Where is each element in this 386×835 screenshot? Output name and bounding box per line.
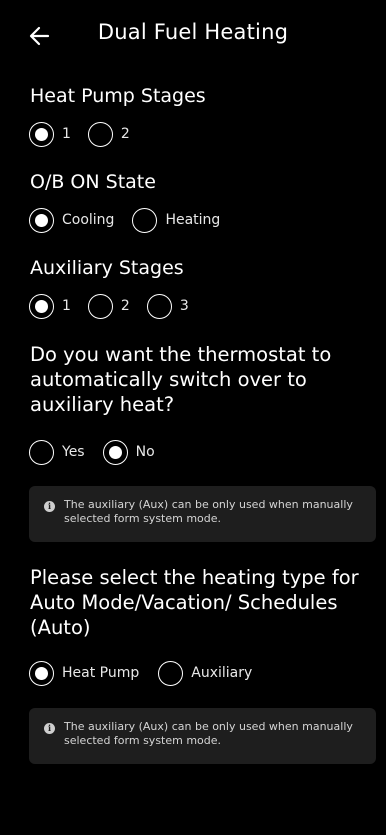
auto-switch-no-radio[interactable]: No — [102, 439, 155, 465]
auxiliary-radio[interactable]: Auxiliary — [158, 660, 253, 686]
radio-label: No — [135, 444, 155, 460]
radio-circle — [146, 293, 172, 319]
radio-circle-selected — [29, 293, 54, 319]
info-icon: i — [44, 723, 55, 734]
radio-circle-selected — [102, 439, 128, 465]
radio-label: 1 — [62, 126, 71, 142]
radio-circle — [132, 207, 158, 233]
radio-label: Auxiliary — [191, 665, 253, 681]
ob-cooling-radio[interactable]: Cooling — [29, 207, 115, 233]
auto-switch-group: Yes No — [29, 437, 155, 467]
radio-circle — [87, 293, 113, 319]
ob-on-state-title: O/B ON State — [30, 171, 156, 193]
auxiliary-stages-title: Auxiliary Stages — [30, 257, 184, 279]
radio-circle-selected — [29, 121, 54, 147]
radio-label: Yes — [62, 444, 85, 460]
heat-pump-radio[interactable]: Heat Pump — [29, 660, 140, 686]
info-text: The auxiliary (Aux) can be only used whe… — [64, 498, 353, 525]
info-text: The auxiliary (Aux) can be only used whe… — [64, 720, 353, 747]
radio-circle — [29, 439, 54, 465]
radio-label: 2 — [120, 298, 130, 314]
ob-heating-radio[interactable]: Heating — [132, 207, 221, 233]
page-title: Dual Fuel Heating — [97, 20, 289, 44]
heat-pump-stage-2-radio[interactable]: 2 — [87, 121, 130, 147]
heat-pump-stages-group: 1 2 — [29, 119, 130, 149]
radio-label: Heat Pump — [62, 665, 140, 681]
auto-switch-info-box: i The auxiliary (Aux) can be only used w… — [29, 486, 376, 542]
auto-switch-question: Do you want the thermostat to automatica… — [30, 343, 332, 416]
heat-pump-stages-title: Heat Pump Stages — [30, 85, 206, 107]
radio-label: Heating — [165, 212, 221, 228]
heating-type-info-box: i The auxiliary (Aux) can be only used w… — [29, 708, 376, 764]
aux-stage-1-radio[interactable]: 1 — [29, 293, 71, 319]
heating-type-question: Please select the heating type for Auto … — [30, 566, 359, 639]
heat-pump-stage-1-radio[interactable]: 1 — [29, 121, 71, 147]
radio-circle — [158, 660, 184, 686]
radio-circle — [87, 121, 113, 147]
radio-label: 3 — [179, 298, 189, 314]
radio-label: 2 — [120, 126, 130, 142]
radio-circle-selected — [29, 207, 54, 233]
aux-stage-2-radio[interactable]: 2 — [87, 293, 130, 319]
auxiliary-stages-group: 1 2 3 — [29, 291, 189, 321]
radio-label: Cooling — [62, 212, 115, 228]
radio-circle-selected — [29, 660, 54, 686]
header: Dual Fuel Heating — [0, 0, 386, 70]
ob-on-state-group: Cooling Heating — [29, 205, 220, 235]
aux-stage-3-radio[interactable]: 3 — [146, 293, 189, 319]
auto-switch-yes-radio[interactable]: Yes — [29, 439, 85, 465]
radio-label: 1 — [62, 298, 71, 314]
info-icon: i — [44, 501, 55, 512]
heating-type-group: Heat Pump Auxiliary — [29, 658, 252, 688]
